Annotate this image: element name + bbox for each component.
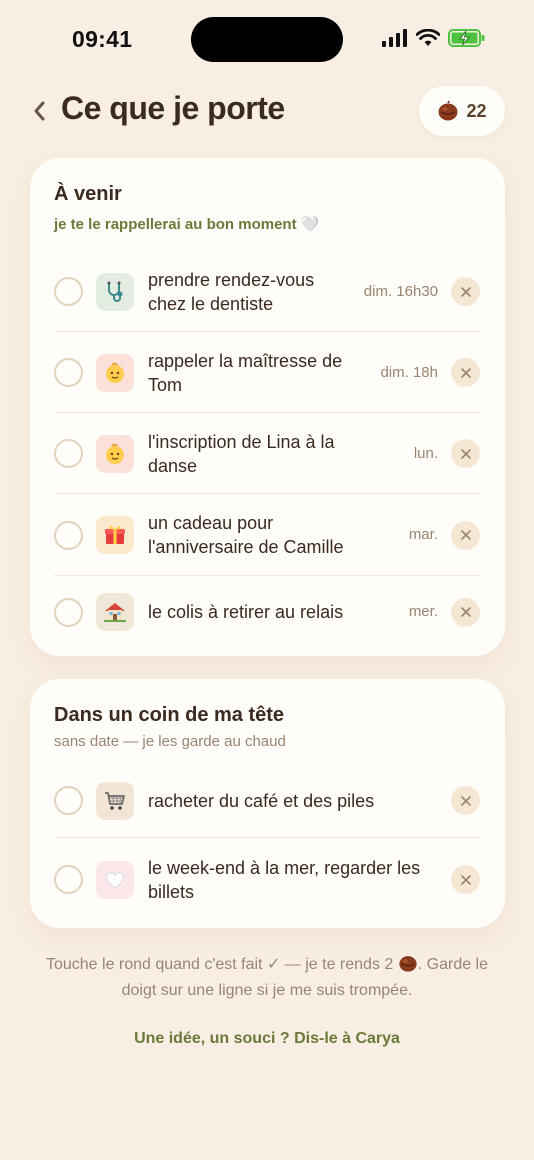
task-text-line: l'anniversaire de Camille xyxy=(148,537,344,557)
task-text-line: le colis à retirer au relais xyxy=(148,602,344,622)
task-text-line: rappeler la maîtresse de xyxy=(148,350,343,371)
task-text: prendre rendez-vous chez le dentiste xyxy=(148,268,314,316)
task-checkbox[interactable] xyxy=(54,786,83,815)
task-checkbox[interactable] xyxy=(54,520,83,550)
close-icon xyxy=(460,286,471,297)
task-row[interactable]: le colis à retirer au relais mer. xyxy=(54,576,480,648)
battery-charging-icon xyxy=(448,29,485,47)
upcoming-card: À venir je te le rappellerai au bon mome… xyxy=(30,158,505,656)
task-text-line: danse xyxy=(148,455,198,476)
task-category-icon xyxy=(96,516,134,554)
task-text: rappeler la maîtresse de Tom xyxy=(148,349,342,397)
task-row[interactable]: rappeler la maîtresse de Tom dim. 18h xyxy=(54,332,480,413)
task-due-label: lun. xyxy=(413,444,438,462)
someday-subtitle: sans date — je les garde au chaud xyxy=(54,733,286,750)
baby-face-icon xyxy=(106,362,124,383)
baby-face-icon xyxy=(106,443,124,464)
close-icon xyxy=(460,607,471,617)
task-row[interactable]: le week-end à la mer, regarder les billet… xyxy=(54,838,480,921)
wifi-icon xyxy=(416,29,440,46)
task-checkbox[interactable] xyxy=(54,597,83,627)
task-checkbox[interactable] xyxy=(54,277,83,306)
remove-task-button[interactable] xyxy=(451,439,480,468)
house-icon xyxy=(104,603,126,622)
task-row[interactable]: l'inscription de Lina à la danse lun. xyxy=(54,413,480,494)
close-icon xyxy=(460,874,471,885)
remove-task-button[interactable] xyxy=(451,865,480,894)
task-text: un cadeau pour l'anniversaire de Camille xyxy=(148,511,344,559)
gift-icon xyxy=(105,526,125,544)
task-text-line: billets xyxy=(148,881,195,902)
chestnut-icon xyxy=(399,956,417,972)
task-row[interactable]: un cadeau pour l'anniversaire de Camille m… xyxy=(54,494,480,576)
task-checkbox[interactable] xyxy=(54,865,83,894)
task-category-icon xyxy=(96,860,134,899)
shopping-cart-icon xyxy=(105,791,125,810)
task-category-icon xyxy=(96,353,134,392)
task-text-line: racheter du café et des piles xyxy=(148,790,375,811)
white-heart-icon xyxy=(105,871,125,889)
task-checkbox[interactable] xyxy=(54,358,83,387)
signal-icon xyxy=(382,29,407,47)
page-title: Ce que je porte xyxy=(61,90,285,126)
chestnut-icon xyxy=(438,100,458,121)
task-due-label: mer. xyxy=(408,603,438,620)
task-due-label: dim. 16h30 xyxy=(363,282,438,300)
task-text: l'inscription de Lina à la danse xyxy=(148,430,335,478)
task-text-line: chez le dentiste xyxy=(148,293,274,314)
task-row[interactable]: racheter du café et des piles xyxy=(54,763,480,838)
remove-task-button[interactable] xyxy=(451,358,480,387)
task-category-icon xyxy=(96,434,134,473)
close-icon xyxy=(460,367,471,378)
task-category-icon xyxy=(96,272,134,311)
task-text-line: le week-end à la mer, regarder les xyxy=(148,857,421,878)
task-text-line: prendre rendez-vous xyxy=(148,269,315,290)
task-due-label: mar. xyxy=(408,526,438,543)
task-row[interactable]: prendre rendez-vous chez le dentiste dim. … xyxy=(54,251,480,332)
task-text: le colis à retirer au relais xyxy=(148,600,343,624)
status-bar: 09:41 xyxy=(0,0,534,80)
task-text-line: l'inscription de Lina à la xyxy=(148,431,335,452)
task-text-line: un cadeau pour xyxy=(148,513,274,533)
remove-task-button[interactable] xyxy=(451,520,480,550)
stethoscope-icon xyxy=(107,281,123,302)
header: Ce que je porte 22 xyxy=(0,84,534,140)
remove-task-button[interactable] xyxy=(451,597,480,627)
upcoming-subtitle: je te le rappellerai au bon moment 🤍 xyxy=(54,216,320,233)
footer-hint: Touche le rond quand c'est fait ✓ — je t… xyxy=(28,952,506,1004)
chestnut-balance-badge[interactable]: 22 xyxy=(419,86,505,136)
dynamic-island xyxy=(191,17,343,62)
task-category-icon xyxy=(96,593,134,631)
close-icon xyxy=(460,795,471,806)
task-checkbox[interactable] xyxy=(54,439,83,468)
task-due-label: dim. 18h xyxy=(380,363,438,381)
status-time: 09:41 xyxy=(72,26,133,52)
task-text-line: Tom xyxy=(148,374,183,395)
chevron-left-icon xyxy=(34,101,45,121)
back-button[interactable] xyxy=(26,94,52,128)
task-category-icon xyxy=(96,781,134,820)
someday-card: Dans un coin de ma tête sans date — je l… xyxy=(30,679,505,928)
upcoming-title: À venir xyxy=(54,183,122,205)
remove-task-button[interactable] xyxy=(451,786,480,815)
footer-hint-text-1: Touche le rond quand c'est fait ✓ — je t… xyxy=(45,956,394,973)
close-icon xyxy=(460,530,471,540)
chestnut-count: 22 xyxy=(466,100,487,121)
remove-task-button[interactable] xyxy=(451,277,480,306)
close-icon xyxy=(460,448,471,459)
status-icons xyxy=(382,28,486,48)
someday-title: Dans un coin de ma tête xyxy=(54,704,285,726)
feedback-link[interactable]: Une idée, un souci ? Dis-le à Carya xyxy=(0,1030,534,1048)
task-text: racheter du café et des piles xyxy=(148,789,374,813)
task-text: le week-end à la mer, regarder les billet… xyxy=(148,856,420,904)
